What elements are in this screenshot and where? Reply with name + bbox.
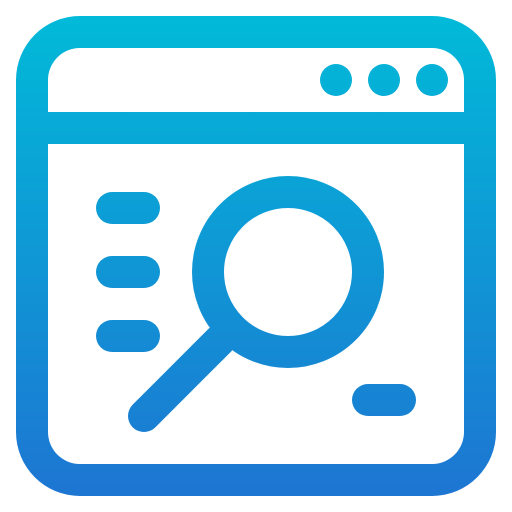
magnifier-lens [192,176,384,368]
magnifier-icon [128,176,384,432]
window-dot-icon [320,64,352,96]
browser-search-icon [0,0,512,512]
window-controls [320,64,448,96]
window-dot-icon [368,64,400,96]
window-dot-icon [416,64,448,96]
browser-window-graphic [16,16,496,496]
magnifier-handle [128,324,236,432]
title-bar-divider [48,112,464,144]
